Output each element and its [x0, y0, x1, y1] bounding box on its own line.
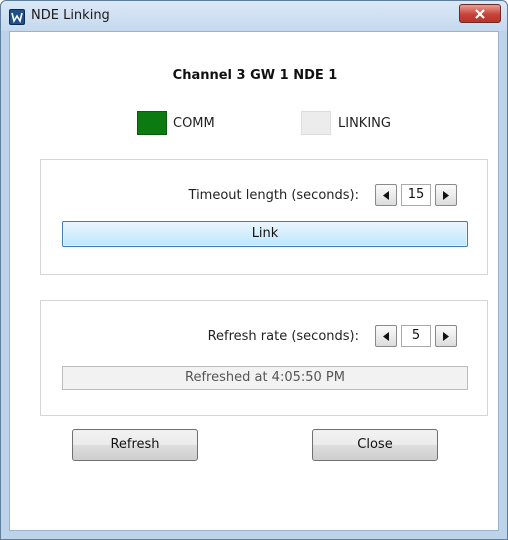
- timeout-value[interactable]: 15: [401, 184, 431, 206]
- dialog-window: NDE Linking Channel 3 GW 1 NDE 1 COMM LI…: [0, 0, 508, 540]
- refresh-status-text: Refreshed at 4:05:50 PM: [62, 366, 468, 390]
- timeout-label: Timeout length (seconds):: [188, 188, 359, 203]
- refresh-button[interactable]: Refresh: [72, 429, 198, 461]
- timeout-decrement-button[interactable]: [375, 184, 397, 206]
- triangle-right-icon: [443, 332, 449, 341]
- refresh-rate-increment-button[interactable]: [435, 325, 457, 347]
- refresh-rate-decrement-button[interactable]: [375, 325, 397, 347]
- window-close-button[interactable]: [459, 4, 501, 23]
- title-bar[interactable]: NDE Linking: [1, 1, 507, 31]
- close-icon: [475, 9, 485, 19]
- link-button[interactable]: Link: [62, 221, 468, 247]
- refresh-rate-value[interactable]: 5: [401, 325, 431, 347]
- comm-label: COMM: [173, 116, 215, 131]
- refresh-group: Refresh rate (seconds): 5 Refreshed at 4…: [40, 300, 488, 416]
- timeout-increment-button[interactable]: [435, 184, 457, 206]
- comm-indicator: [137, 111, 167, 135]
- window-title: NDE Linking: [31, 8, 110, 23]
- linking-label: LINKING: [338, 116, 391, 131]
- channel-title: Channel 3 GW 1 NDE 1: [172, 68, 338, 83]
- close-button[interactable]: Close: [312, 429, 438, 461]
- triangle-left-icon: [383, 332, 389, 341]
- triangle-left-icon: [383, 191, 389, 200]
- triangle-right-icon: [443, 191, 449, 200]
- linking-group: Timeout length (seconds): 15 Link: [40, 159, 488, 275]
- refresh-rate-label: Refresh rate (seconds):: [207, 329, 359, 344]
- app-logo-icon: [9, 9, 25, 25]
- linking-indicator: [301, 111, 331, 135]
